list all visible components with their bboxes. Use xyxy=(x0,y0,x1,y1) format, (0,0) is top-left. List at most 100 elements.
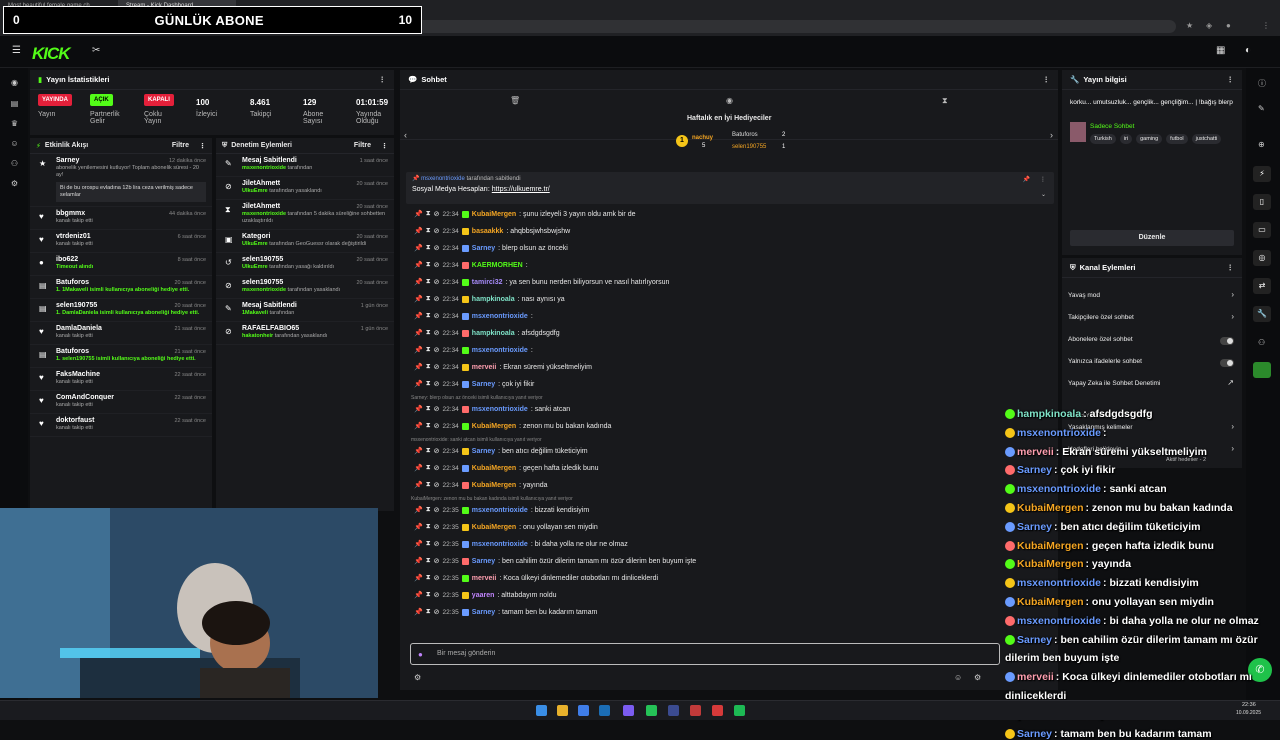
crosshair-icon[interactable]: ⊕ xyxy=(1258,140,1265,149)
edit-icon[interactable]: ✎ xyxy=(1258,104,1265,113)
activity-item[interactable]: ♥ ComAndConquer 22 saat önce kanalı takip e… xyxy=(30,391,212,414)
ban-action-icon[interactable]: ⊘ xyxy=(434,523,440,531)
activity-filter-button[interactable]: Filtre xyxy=(172,142,189,149)
ban-action-icon[interactable]: ⊘ xyxy=(434,608,440,616)
stream-icon[interactable]: ◉ xyxy=(10,78,19,87)
trash-icon[interactable]: 🗑 xyxy=(510,96,520,105)
broadcast-icon[interactable]: ◎ xyxy=(1253,250,1271,266)
ban-action-icon[interactable]: ⊘ xyxy=(434,295,440,303)
ban-action-icon[interactable]: ⊘ xyxy=(434,557,440,565)
ban-action-icon[interactable]: ⊘ xyxy=(434,380,440,388)
chevron-left-icon[interactable]: ‹ xyxy=(404,130,407,140)
moderation-actor[interactable]: msxenontrioxide xyxy=(242,287,286,293)
toggle-switch[interactable] xyxy=(1220,337,1234,345)
message-username[interactable]: KubaiMergen xyxy=(472,423,516,430)
timeout-action-icon[interactable]: ⧗ xyxy=(426,608,431,616)
tools-icon[interactable]: 🔧 xyxy=(1253,306,1271,322)
share-icon[interactable]: ⚇ xyxy=(10,159,19,168)
info-icon[interactable]: ⓘ xyxy=(1258,78,1266,89)
pin-action-icon[interactable]: 📌 xyxy=(414,591,423,599)
spotify-icon[interactable] xyxy=(734,705,745,716)
timeout-action-icon[interactable]: ⧗ xyxy=(426,210,431,218)
message-username[interactable]: merveii xyxy=(472,364,497,371)
message-username[interactable]: KubaiMergen xyxy=(472,465,516,472)
chevron-right-icon[interactable]: › xyxy=(1231,422,1234,431)
timeout-action-icon[interactable]: ⧗ xyxy=(426,380,431,388)
category-name[interactable]: Sadece Sohbet xyxy=(1090,123,1134,130)
chevron-right-icon[interactable]: › xyxy=(1231,290,1234,299)
tag[interactable]: Turkish xyxy=(1090,134,1116,144)
more-icon[interactable]: ⋮ xyxy=(1227,263,1235,272)
pin-action-icon[interactable]: 📌 xyxy=(414,405,423,413)
steam-icon[interactable] xyxy=(599,705,610,716)
pin-action-icon[interactable]: 📌 xyxy=(414,261,423,269)
ban-action-icon[interactable]: ⊘ xyxy=(434,506,440,514)
activity-item[interactable]: ♥ DamlaDaniela 21 saat önce kanalı takip et… xyxy=(30,322,212,345)
timeout-action-icon[interactable]: ⧗ xyxy=(426,591,431,599)
chat-input[interactable]: Bir mesaj gönderin xyxy=(410,643,1000,665)
moderation-actor[interactable]: msxenontrioxide xyxy=(242,165,286,171)
pinned-by-user[interactable]: msxenontrioxide xyxy=(421,176,465,182)
chevron-right-icon[interactable]: › xyxy=(1231,444,1234,453)
timeout-action-icon[interactable]: ⧗ xyxy=(426,540,431,548)
gifter-name[interactable]: selen190755 xyxy=(732,144,766,150)
pin-action-icon[interactable]: 📌 xyxy=(414,295,423,303)
moderation-actor[interactable]: UlkuEmre xyxy=(242,264,268,270)
moderation-actor[interactable]: hakatonheir xyxy=(242,333,273,339)
users-icon[interactable]: ☺ xyxy=(10,139,19,148)
ban-action-icon[interactable]: ⊘ xyxy=(434,464,440,472)
more-icon[interactable]: ⋮ xyxy=(381,142,388,150)
tag[interactable]: iri xyxy=(1119,134,1133,144)
tools-icon[interactable]: ✂ xyxy=(92,45,100,56)
moderation-item[interactable]: ⧗ JiletAhmett 20 saat önce msxenontrioxide … xyxy=(216,200,394,230)
ban-action-icon[interactable]: ⊘ xyxy=(434,346,440,354)
whatsapp-taskbar-icon[interactable] xyxy=(646,705,657,716)
moderation-item[interactable]: ⊘ RAFAELFABIO65 1 gün önce hakatonheir tara… xyxy=(216,322,394,345)
start-icon[interactable] xyxy=(536,705,547,716)
message-username[interactable]: KubaiMergen xyxy=(472,482,516,489)
message-username[interactable]: yaaren xyxy=(472,592,495,599)
hamburger-menu-icon[interactable]: ☰ xyxy=(12,45,21,56)
gifter-name[interactable]: Batuforos xyxy=(732,132,758,138)
activity-item[interactable]: ♥ bbgmmx 44 dakika önce kanalı takip etti xyxy=(30,207,212,230)
activity-item[interactable]: ♥ FaksMachine 22 saat önce kanalı takip ett… xyxy=(30,368,212,391)
tag[interactable]: futbol xyxy=(1166,134,1188,144)
edit-button[interactable]: Düzenle xyxy=(1070,230,1234,246)
pin-action-icon[interactable]: 📌 xyxy=(414,210,423,218)
obs-icon[interactable] xyxy=(690,705,701,716)
chevron-right-icon[interactable]: › xyxy=(1231,312,1234,321)
app-icon[interactable] xyxy=(668,705,679,716)
pin-action-icon[interactable]: 📌 xyxy=(414,380,423,388)
ban-action-icon[interactable]: ⊘ xyxy=(434,540,440,548)
moderation-actor[interactable]: UlkuEmre xyxy=(242,188,268,194)
channel-action-label[interactable]: Takipçilere özel sohbet xyxy=(1068,314,1134,321)
pin-action-icon[interactable]: 📌 xyxy=(414,464,423,472)
channel-action-label[interactable]: Yalnızca ifadelerle sohbet xyxy=(1068,358,1142,365)
pin-action-icon[interactable]: 📌 xyxy=(414,540,423,548)
ban-action-icon[interactable]: ⊘ xyxy=(434,278,440,286)
ban-action-icon[interactable]: ⊘ xyxy=(434,481,440,489)
message-username[interactable]: msxenontrioxide xyxy=(472,347,528,354)
message-username[interactable]: Sarney xyxy=(472,448,495,455)
settings-icon[interactable]: ⚙ xyxy=(10,179,19,188)
extensions-icon[interactable]: ◈ xyxy=(1206,21,1212,30)
timeout-action-icon[interactable]: ⧗ xyxy=(426,523,431,531)
timeout-action-icon[interactable]: ⧗ xyxy=(426,295,431,303)
pin-action-icon[interactable]: 📌 xyxy=(414,278,423,286)
message-username[interactable]: tamirci32 xyxy=(472,279,503,286)
pinned-link[interactable]: https://ulkuemre.tr/ xyxy=(492,186,550,193)
pin-action-icon[interactable]: 📌 xyxy=(414,608,423,616)
layout-icon[interactable]: ▦ xyxy=(1216,45,1225,56)
chat-settings-icon[interactable]: ⚙ xyxy=(414,673,421,682)
message-username[interactable]: merveii xyxy=(472,575,497,582)
timeout-action-icon[interactable]: ⧗ xyxy=(426,574,431,582)
moderation-item[interactable]: ⊘ selen190755 20 saat önce msxenontrioxide … xyxy=(216,276,394,299)
edge-icon[interactable] xyxy=(578,705,589,716)
chat-icon[interactable]: ◉ xyxy=(726,96,733,105)
timeout-action-icon[interactable]: ⧗ xyxy=(426,329,431,337)
ban-action-icon[interactable]: ⊘ xyxy=(434,363,440,371)
pin-action-icon[interactable]: 📌 xyxy=(414,447,423,455)
activity-item[interactable]: ▤ Batuforos 21 saat önce 1. selen190755 isi… xyxy=(30,345,212,368)
timeout-action-icon[interactable]: ⧗ xyxy=(426,464,431,472)
ban-action-icon[interactable]: ⊘ xyxy=(434,329,440,337)
